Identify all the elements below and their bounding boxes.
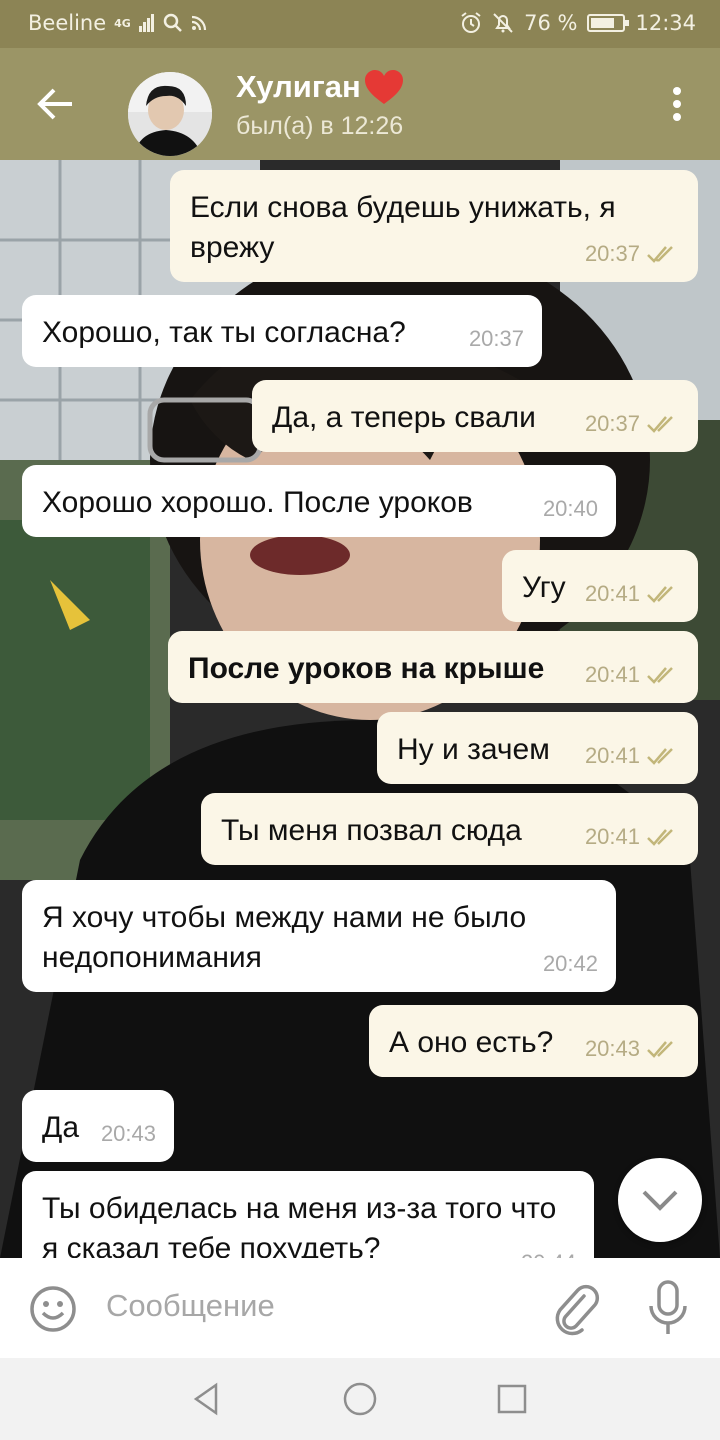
message-time: 20:37 xyxy=(584,411,640,436)
double-check-icon xyxy=(647,829,673,846)
signal-icon xyxy=(138,14,154,32)
message-input[interactable]: Сообщение xyxy=(106,1288,275,1324)
message-time: 20:43 xyxy=(100,1121,156,1146)
message-outgoing[interactable]: Ты меня позвал сюда 20:41 xyxy=(201,793,698,865)
message-time: 20:42 xyxy=(542,951,598,976)
last-seen: был(а) в 12:26 xyxy=(236,112,404,140)
message-outgoing[interactable]: Да, а теперь свали 20:37 xyxy=(252,380,698,452)
double-check-icon xyxy=(647,416,673,433)
message-text: Хорошо хорошо. После уроков xyxy=(42,486,473,519)
message-time: 20:41 xyxy=(584,824,640,849)
message-outgoing[interactable]: Ну и зачем 20:41 xyxy=(377,712,698,784)
avatar[interactable] xyxy=(128,72,212,156)
double-check-icon xyxy=(647,246,673,263)
message-list[interactable]: Если снова будешь унижать, я врежу 20:37… xyxy=(0,160,720,1258)
network-type: 4G xyxy=(114,16,131,30)
status-bar: Beeline 4G 76 % 12:34 xyxy=(0,0,720,48)
message-text: Ты обиделась на меня из-за того что я ск… xyxy=(42,1192,557,1258)
message-time: 20:40 xyxy=(542,496,598,521)
battery-icon xyxy=(587,14,630,32)
message-text: После уроков на крыше xyxy=(188,652,545,685)
message-text: Ну и зачем xyxy=(397,733,550,766)
message-incoming[interactable]: Ты обиделась на меня из-за того что я ск… xyxy=(22,1171,594,1258)
back-arrow-icon[interactable] xyxy=(28,76,84,132)
circle-home-icon[interactable] xyxy=(342,1381,378,1417)
clock: 12:34 xyxy=(635,11,696,35)
message-text: Да, а теперь свали xyxy=(272,401,536,434)
message-text: А оно есть? xyxy=(389,1026,554,1059)
heart-icon xyxy=(364,70,403,104)
message-incoming[interactable]: Я хочу чтобы между нами не было недопони… xyxy=(22,880,616,992)
battery-percent: 76 % xyxy=(524,11,578,35)
message-incoming[interactable]: Да 20:43 xyxy=(22,1090,174,1162)
message-outgoing[interactable]: А оно есть? 20:43 xyxy=(369,1005,698,1077)
emoji-icon[interactable] xyxy=(28,1284,78,1334)
alarm-icon xyxy=(461,12,481,33)
message-text: Ты меня позвал сюда xyxy=(221,814,522,847)
double-check-icon xyxy=(647,667,673,684)
message-time: 20:43 xyxy=(584,1036,640,1061)
message-text: Я хочу чтобы между нами не было недопони… xyxy=(42,901,527,974)
avatar-photo xyxy=(128,72,212,156)
double-check-icon xyxy=(647,586,673,603)
message-time: 20:41 xyxy=(584,662,640,687)
message-outgoing[interactable]: Если снова будешь унижать, я врежу 20:37 xyxy=(170,170,698,282)
chat-header: Хулиган был(а) в 12:26 xyxy=(0,48,720,160)
search-icon xyxy=(163,13,182,32)
message-text: Если снова будешь унижать, я врежу xyxy=(190,191,616,264)
double-check-icon xyxy=(647,1041,673,1058)
composer: Сообщение xyxy=(0,1258,720,1358)
chevron-down-icon xyxy=(642,1190,678,1211)
message-incoming[interactable]: Хорошо, так ты согласна? 20:37 xyxy=(22,295,542,367)
triangle-back-icon[interactable] xyxy=(188,1381,224,1417)
contact-name[interactable]: Хулиган xyxy=(236,69,361,105)
paperclip-icon[interactable] xyxy=(552,1282,602,1336)
message-time: 20:37 xyxy=(468,326,524,351)
square-recent-icon[interactable] xyxy=(494,1381,530,1417)
scroll-down-button[interactable] xyxy=(618,1158,702,1242)
system-navigation-bar xyxy=(0,1358,720,1440)
battery-level xyxy=(591,18,615,28)
message-time: 20:41 xyxy=(584,581,640,606)
message-text: Да xyxy=(42,1111,80,1144)
double-check-icon xyxy=(647,748,673,765)
message-outgoing[interactable]: Угу 20:41 xyxy=(502,550,698,622)
carrier-label: Beeline xyxy=(28,11,107,35)
message-time: 20:41 xyxy=(584,743,640,768)
microphone-icon[interactable] xyxy=(646,1280,690,1336)
more-vertical-icon[interactable] xyxy=(662,84,692,124)
mute-icon xyxy=(493,13,513,33)
message-time: 20:37 xyxy=(584,241,640,266)
message-text: Хорошо, так ты согласна? xyxy=(42,316,406,349)
rss-icon xyxy=(191,15,206,31)
message-outgoing[interactable]: После уроков на крыше 20:41 xyxy=(168,631,698,703)
message-time: 20:44 xyxy=(521,1243,576,1258)
message-text: Угу xyxy=(522,571,566,604)
message-incoming[interactable]: Хорошо хорошо. После уроков 20:40 xyxy=(22,465,616,537)
